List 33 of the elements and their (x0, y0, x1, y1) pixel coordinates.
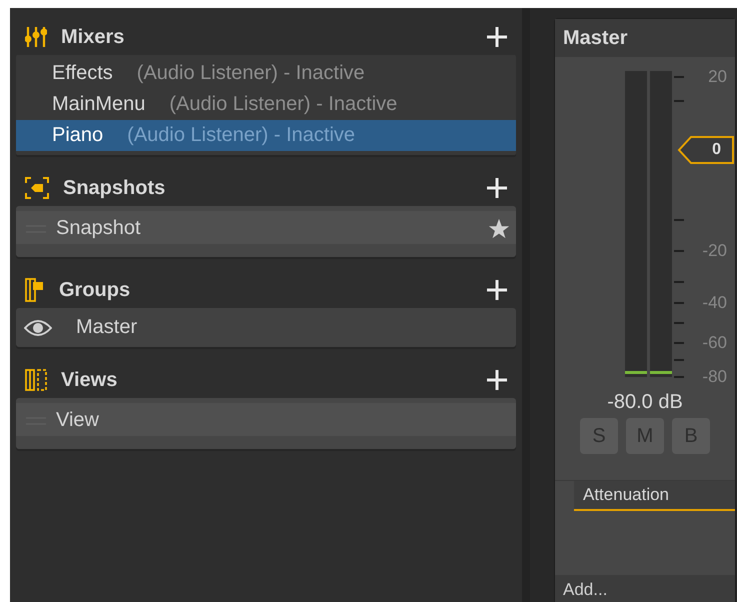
scale-label: 20 (708, 67, 727, 87)
section-title: Mixers (61, 26, 124, 48)
mixer-item[interactable]: Effects (Audio Listener) - Inactive (16, 58, 516, 89)
star-icon[interactable] (488, 218, 510, 240)
add-button[interactable] (486, 369, 508, 391)
sliders-icon (25, 26, 47, 48)
snapshot-icon (25, 177, 49, 199)
fader-handle[interactable]: 0 (677, 135, 735, 165)
section-title: Snapshots (63, 176, 166, 200)
section-title: Groups (59, 278, 130, 302)
mixer-item[interactable]: Piano (Audio Listener) - Inactive (16, 120, 516, 151)
views-icon (25, 369, 47, 391)
group-icon (25, 278, 45, 302)
scale-label: -40 (702, 293, 727, 313)
scale-label: -60 (702, 333, 727, 353)
mixer-item[interactable]: MainMenu (Audio Listener) - Inactive (16, 89, 516, 120)
section-title: Views (61, 368, 118, 392)
add-button[interactable] (486, 177, 508, 199)
volume-reading: -80.0 dB (606, 391, 684, 414)
snapshot-name: Snapshot (56, 217, 141, 240)
scale-label: -80 (702, 367, 727, 387)
add-button[interactable] (486, 26, 508, 48)
scale-label: -20 (702, 241, 727, 261)
eye-icon[interactable] (24, 320, 52, 336)
add-effect-button[interactable]: Add... (555, 575, 735, 602)
group-item[interactable]: Master (16, 308, 516, 347)
effect-slot[interactable]: Attenuation (574, 481, 735, 511)
view-item[interactable]: View (16, 398, 516, 449)
snapshot-item[interactable]: Snapshot (16, 206, 516, 257)
group-name: Master (76, 316, 138, 339)
view-name: View (56, 409, 99, 432)
channel-title: Master (555, 19, 735, 57)
add-button[interactable] (486, 279, 508, 301)
